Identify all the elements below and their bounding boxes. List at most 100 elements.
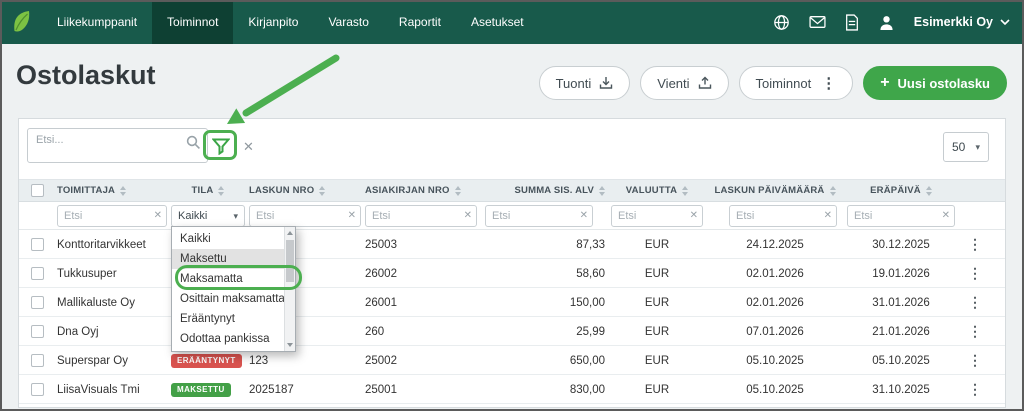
filter-toimittaja: ✕: [57, 205, 167, 227]
scroll-down-icon[interactable]: [287, 343, 293, 347]
search-input[interactable]: [28, 131, 178, 149]
nav-item-raportit[interactable]: Raportit: [384, 0, 456, 44]
import-button[interactable]: Tuonti: [539, 66, 631, 100]
column-header-toimittaja[interactable]: TOIMITTAJA: [57, 180, 167, 201]
column-header-tila[interactable]: TILA: [171, 180, 245, 201]
table-row[interactable]: Mallikaluste Oy 26001 150,00 EUR 02.01.2…: [19, 288, 1005, 317]
page-size-select[interactable]: 50 ▾: [943, 132, 989, 162]
scrollbar-thumb[interactable]: [286, 240, 294, 282]
table-row[interactable]: Superspar Oy ERÄÄNTYNYT 123 25002 650,00…: [19, 346, 1005, 375]
actions-menu-button[interactable]: Toiminnot ⋮: [739, 66, 854, 100]
column-header-erapaiva[interactable]: ERÄPÄIVÄ: [845, 180, 957, 201]
nav-item-liikekumppanit[interactable]: Liikekumppanit: [42, 0, 152, 44]
new-purchase-invoice-button[interactable]: + Uusi ostolasku: [863, 66, 1007, 100]
document-icon[interactable]: [845, 14, 859, 31]
column-label: LASKUN NRO: [249, 185, 314, 196]
filter-tila-value: Kaikki: [178, 210, 207, 222]
supplier-cell: Konttoritarvikkeet: [57, 230, 167, 259]
clear-filter-icon[interactable]: ✕: [580, 210, 588, 221]
filter-asiakirjan-nro-input[interactable]: [366, 206, 460, 226]
filter-tila-select[interactable]: Kaikki ▾: [171, 205, 245, 227]
kebab-menu-icon: ⋮: [821, 74, 836, 92]
select-all-checkbox[interactable]: [31, 184, 44, 197]
row-checkbox[interactable]: [31, 325, 44, 338]
mail-icon[interactable]: [809, 15, 826, 29]
column-header-laskun-paivamaara[interactable]: LASKUN PÄIVÄMÄÄRÄ: [709, 180, 841, 201]
caret-down-icon: ▾: [233, 211, 238, 222]
sort-icon: [599, 186, 605, 196]
leaf-logo-icon: [10, 9, 32, 35]
table-row[interactable]: Konttoritarvikkeet 25003 87,33 EUR 24.12…: [19, 230, 1005, 259]
dropdown-option-maksettu[interactable]: Maksettu: [172, 249, 285, 269]
clear-filter-icon[interactable]: ✕: [464, 210, 472, 221]
company-name: Esimerkki Oy: [914, 15, 993, 29]
filter-valuutta-input[interactable]: [612, 206, 686, 226]
clear-filter-icon[interactable]: ✕: [824, 210, 832, 221]
top-nav: Liikekumppanit Toiminnot Kirjanpito Vara…: [0, 0, 1024, 44]
row-checkbox[interactable]: [31, 354, 44, 367]
currency-cell: EUR: [609, 317, 705, 346]
dropdown-option-kaikki[interactable]: Kaikki: [172, 229, 285, 249]
search-icon: [186, 135, 201, 155]
company-switcher[interactable]: Esimerkki Oy: [914, 15, 1010, 29]
clear-filter-icon[interactable]: ✕: [942, 210, 950, 221]
dropdown-scrollbar[interactable]: [284, 227, 295, 351]
row-checkbox[interactable]: [31, 267, 44, 280]
chevron-down-icon: [1000, 19, 1010, 25]
column-header-summa[interactable]: SUMMA SIS. ALV: [481, 180, 605, 201]
filter-asiakirjan-nro: ✕: [365, 205, 477, 227]
row-menu-kebab-icon[interactable]: ⋮: [965, 317, 985, 346]
filter-summa-input[interactable]: [486, 206, 576, 226]
clear-filter-icon[interactable]: ✕: [154, 210, 162, 221]
row-checkbox[interactable]: [31, 238, 44, 251]
invoice-date-cell: 24.12.2025: [709, 230, 841, 259]
status-cell: MAKSETTU: [171, 375, 245, 404]
filter-toimittaja-input[interactable]: [58, 206, 150, 226]
dropdown-option-maksamatta[interactable]: Maksamatta: [172, 269, 285, 289]
column-header-laskun-nro[interactable]: LASKUN NRO: [249, 180, 361, 201]
row-menu-kebab-icon[interactable]: ⋮: [965, 288, 985, 317]
filter-laskun-nro-input[interactable]: [250, 206, 344, 226]
plus-icon: +: [880, 74, 889, 92]
currency-cell: EUR: [609, 259, 705, 288]
column-header-valuutta[interactable]: VALUUTTA: [609, 180, 705, 201]
row-checkbox[interactable]: [31, 296, 44, 309]
table-row[interactable]: LiisaVisuals Tmi MAKSETTU 2025187 25001 …: [19, 375, 1005, 404]
table-row[interactable]: Tukkusuper 26002 58,60 EUR 02.01.2026 19…: [19, 259, 1005, 288]
clear-search-icon[interactable]: ✕: [243, 139, 254, 155]
main-menu: Liikekumppanit Toiminnot Kirjanpito Vara…: [42, 0, 539, 44]
dropdown-option-eraantynyt[interactable]: Erääntynyt: [172, 309, 285, 329]
table-row[interactable]: Dna Oyj 260 25,99 EUR 07.01.2026 21.01.2…: [19, 317, 1005, 346]
page-title: Ostolaskut: [16, 60, 156, 91]
column-header-asiakirjan-nro[interactable]: ASIAKIRJAN NRO: [365, 180, 477, 201]
scroll-up-icon[interactable]: [287, 231, 293, 235]
invoice-date-cell: 02.01.2026: [709, 259, 841, 288]
clear-filter-icon[interactable]: ✕: [690, 210, 698, 221]
row-checkbox[interactable]: [31, 383, 44, 396]
amount-cell: 87,33: [481, 230, 605, 259]
row-menu-kebab-icon[interactable]: ⋮: [965, 230, 985, 259]
table-filter-row: ✕ Kaikki ▾ ✕ ✕ ✕ ✕ ✕ ✕: [19, 202, 1005, 230]
dropdown-option-odottaa-pankissa[interactable]: Odottaa pankissa: [172, 329, 285, 349]
nav-item-asetukset[interactable]: Asetukset: [456, 0, 539, 44]
brand-logo[interactable]: [0, 0, 42, 44]
filter-icon[interactable]: [212, 138, 230, 160]
filter-laskun-paivamaara-input[interactable]: [730, 206, 820, 226]
export-button[interactable]: Vienti: [640, 66, 728, 100]
currency-cell: EUR: [609, 346, 705, 375]
dropdown-option-osittain-maksamatta[interactable]: Osittain maksamatta: [172, 289, 285, 309]
user-icon[interactable]: [878, 14, 895, 31]
nav-item-toiminnot[interactable]: Toiminnot: [152, 0, 233, 44]
actions-button-label: Toiminnot: [756, 76, 812, 91]
download-icon: [599, 76, 613, 90]
nav-item-kirjanpito[interactable]: Kirjanpito: [233, 0, 313, 44]
nav-item-varasto[interactable]: Varasto: [313, 0, 383, 44]
row-menu-kebab-icon[interactable]: ⋮: [965, 375, 985, 404]
row-menu-kebab-icon[interactable]: ⋮: [965, 259, 985, 288]
clear-filter-icon[interactable]: ✕: [348, 210, 356, 221]
document-no-cell: 26001: [365, 288, 477, 317]
filter-erapaiva-input[interactable]: [848, 206, 938, 226]
due-date-cell: 31.10.2025: [845, 375, 957, 404]
globe-icon[interactable]: [773, 14, 790, 31]
row-menu-kebab-icon[interactable]: ⋮: [965, 346, 985, 375]
